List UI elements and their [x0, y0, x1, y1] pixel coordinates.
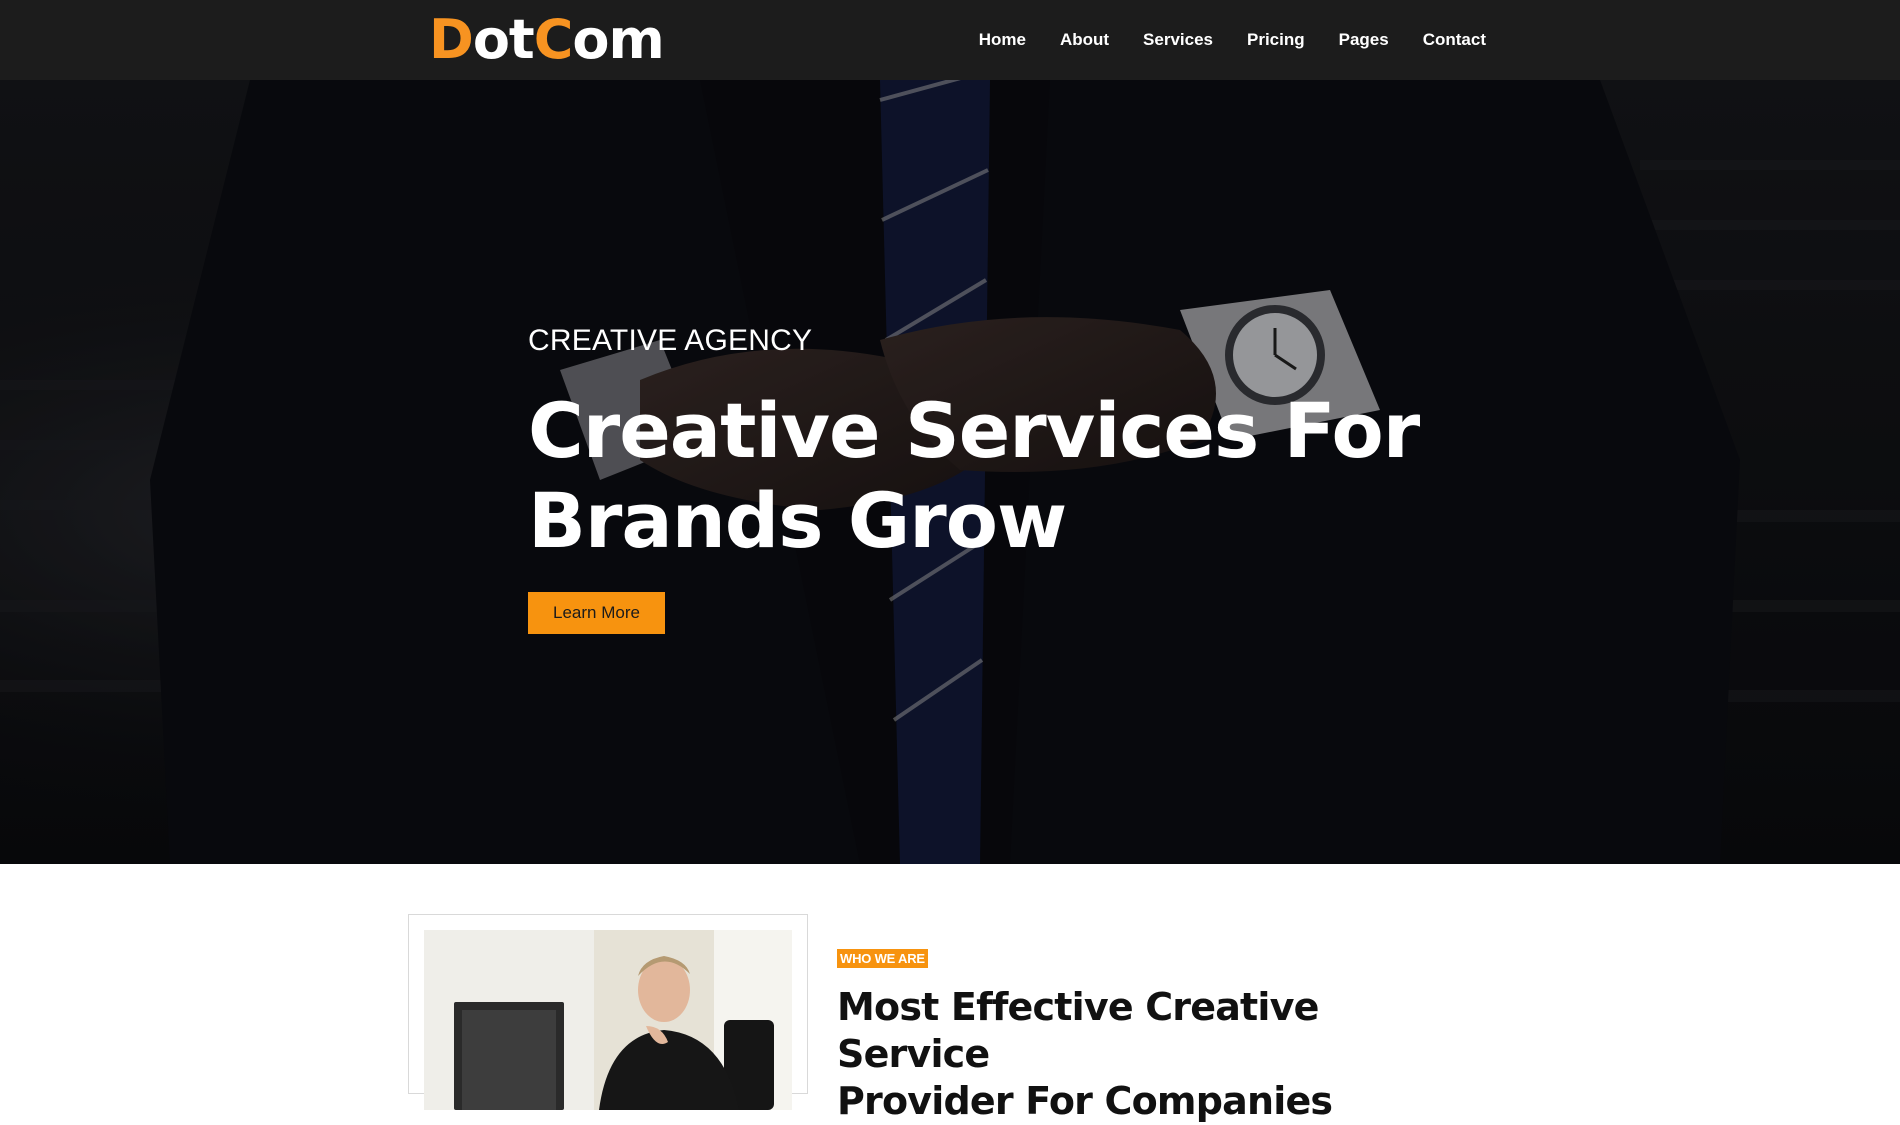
about-title-line1: Most Effective Creative Service [837, 985, 1319, 1076]
about-text: WHO WE ARE Most Effective Creative Servi… [837, 949, 1477, 1125]
about-photo [424, 930, 792, 1110]
nav-contact[interactable]: Contact [1423, 30, 1486, 50]
logo-letter-d: D [429, 8, 474, 71]
logo-text-ot: ot [472, 8, 535, 71]
nav-pages[interactable]: Pages [1339, 30, 1389, 50]
site-logo[interactable]: DotCom [429, 8, 665, 72]
about-title: Most Effective Creative Service Provider… [837, 984, 1477, 1125]
site-header: DotCom Home About Services Pricing Pages… [0, 0, 1900, 80]
about-image-frame [408, 914, 808, 1110]
about-title-line2: Provider For Companies [837, 1079, 1333, 1123]
nav-pricing[interactable]: Pricing [1247, 30, 1305, 50]
logo-text-om: om [572, 8, 664, 71]
logo-letter-c: C [533, 8, 574, 71]
nav-services[interactable]: Services [1143, 30, 1213, 50]
hero-title-line1: Creative Services For [528, 386, 1420, 475]
learn-more-button[interactable]: Learn More [528, 592, 665, 634]
hero-section: CREATIVE AGENCY Creative Services For Br… [0, 80, 1900, 864]
hero-title: Creative Services For Brands Grow [528, 386, 1428, 566]
main-nav: Home About Services Pricing Pages Contac… [979, 0, 1486, 80]
nav-about[interactable]: About [1060, 30, 1109, 50]
nav-home[interactable]: Home [979, 30, 1026, 50]
hero-content: CREATIVE AGENCY Creative Services For Br… [528, 324, 1428, 634]
who-we-are-tag: WHO WE ARE [837, 949, 928, 968]
hero-eyebrow: CREATIVE AGENCY [528, 324, 813, 357]
hero-title-line2: Brands Grow [528, 476, 1067, 565]
office-man-photo [424, 930, 792, 1110]
